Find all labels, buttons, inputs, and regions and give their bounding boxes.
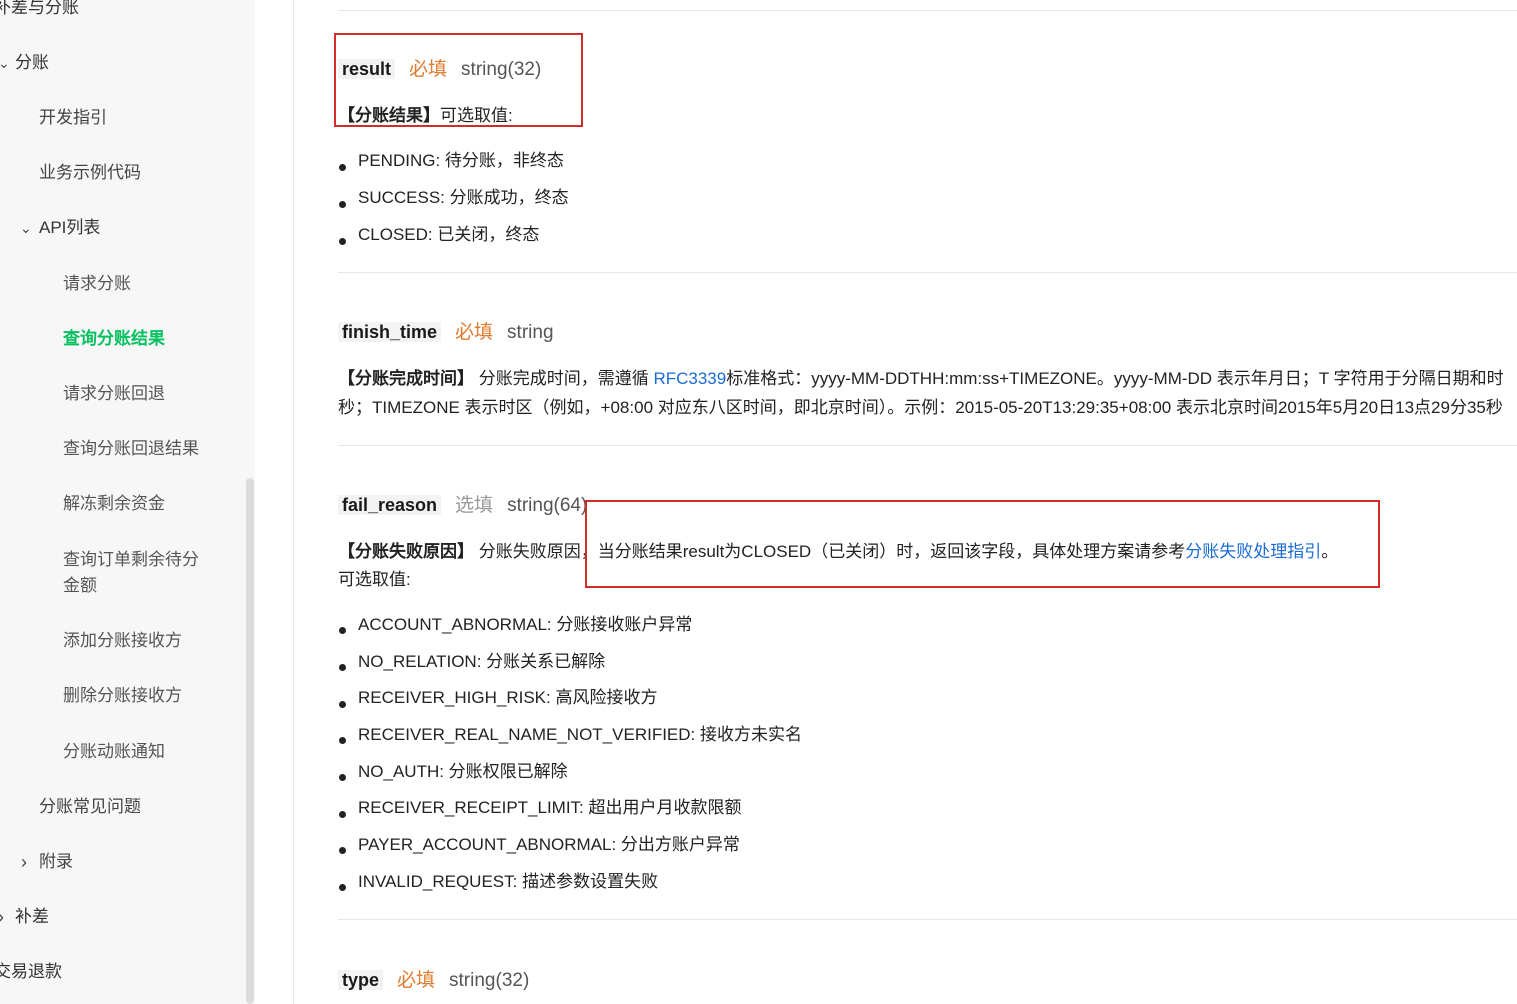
sidebar-item-split-notify[interactable]: 分账动账通知	[63, 739, 165, 765]
sidebar-item-query-remaining-amount-line2[interactable]: 金额	[63, 573, 97, 599]
list-item: PENDING: 待分账，非终态	[338, 148, 569, 185]
list-item: PAYER_ACCOUNT_ABNORMAL: 分出方账户异常	[338, 832, 802, 869]
field-type: string(64)	[507, 495, 588, 516]
rfc3339-link[interactable]: RFC3339	[653, 369, 726, 388]
desc-text: 可选取值:	[338, 570, 411, 589]
section-divider	[338, 919, 1517, 920]
sidebar-item-query-split-result[interactable]: 查询分账结果	[63, 326, 165, 352]
chevron-down-icon[interactable]: ⌄	[0, 50, 10, 76]
sidebar-scrollbar[interactable]	[246, 478, 254, 1004]
field-desc-fail-reason-line2: 可选取值:	[338, 566, 411, 594]
optional-badge: 选填	[455, 495, 494, 516]
sidebar-item-add-receiver[interactable]: 添加分账接收方	[63, 628, 182, 654]
desc-text: 分账完成时间，需遵循	[474, 369, 654, 388]
field-name: finish_time	[338, 322, 442, 342]
chevron-right-icon[interactable]: ›	[21, 849, 27, 875]
sidebar-item-split-faq[interactable]: 分账常见问题	[39, 794, 141, 820]
sidebar-item-subsidy-and-split[interactable]: 补差与分账	[0, 0, 79, 21]
list-item: NO_RELATION: 分账关系已解除	[338, 649, 802, 686]
list-item: RECEIVER_RECEIPT_LIMIT: 超出用户月收款限额	[338, 795, 802, 832]
sidebar-item-unfreeze-funds[interactable]: 解冻剩余资金	[63, 491, 165, 517]
required-badge: 必填	[455, 322, 494, 343]
field-desc-finish-time: 【分账完成时间】 分账完成时间，需遵循 RFC3339标准格式：yyyy-MM-…	[338, 365, 1504, 393]
sidebar-item-api-list[interactable]: API列表	[39, 215, 100, 241]
sidebar-item-delete-receiver[interactable]: 删除分账接收方	[63, 683, 182, 709]
field-header-type: type 必填 string(32)	[338, 966, 529, 995]
main-content: result 必填 string(32) 【分账结果】可选取值: PENDING: …	[294, 0, 1517, 1004]
list-item: INVALID_REQUEST: 描述参数设置失败	[338, 869, 802, 906]
chevron-down-icon[interactable]: ⌄	[20, 215, 32, 241]
list-item: SUCCESS: 分账成功，终态	[338, 185, 569, 222]
sidebar-item-request-split[interactable]: 请求分账	[63, 271, 131, 297]
list-item: ACCOUNT_ABNORMAL: 分账接收账户异常	[338, 612, 802, 649]
sidebar-item-query-remaining-amount[interactable]: 查询订单剩余待分	[63, 547, 199, 573]
sidebar-item-sample-code[interactable]: 业务示例代码	[39, 160, 141, 186]
section-divider	[338, 272, 1517, 273]
desc-text: 秒；TIMEZONE 表示时区（例如，+08:00 对应东八区时间，即北京时间）…	[338, 398, 1503, 417]
field-header-finish-time: finish_time 必填 string	[338, 318, 554, 347]
field-name: type	[338, 970, 384, 990]
sidebar-item-appendix[interactable]: 附录	[39, 849, 73, 875]
list-item: RECEIVER_REAL_NAME_NOT_VERIFIED: 接收方未实名	[338, 722, 802, 759]
sidebar-item-subsidy[interactable]: 补差	[15, 904, 49, 930]
sidebar-item-split[interactable]: 分账	[15, 50, 49, 76]
annotation-box	[334, 33, 583, 127]
sidebar-item-query-split-return-result[interactable]: 查询分账回退结果	[63, 436, 199, 462]
list-item: NO_AUTH: 分账权限已解除	[338, 759, 802, 796]
required-badge: 必填	[397, 970, 436, 991]
desc-title: 【分账完成时间】	[338, 369, 474, 388]
field-name: fail_reason	[338, 495, 442, 515]
field-type: string(32)	[449, 970, 530, 991]
sidebar-item-request-split-return[interactable]: 请求分账回退	[63, 381, 165, 407]
section-divider	[338, 445, 1517, 446]
desc-text: 标准格式：yyyy-MM-DDTHH:mm:ss+TIMEZONE。yyyy-M…	[726, 369, 1504, 388]
result-values-list: PENDING: 待分账，非终态 SUCCESS: 分账成功，终态 CLOSED…	[338, 148, 569, 259]
list-item: CLOSED: 已关闭，终态	[338, 222, 569, 259]
chevron-right-icon[interactable]: ›	[0, 904, 4, 930]
field-header-fail-reason: fail_reason 选填 string(64)	[338, 491, 587, 520]
desc-title: 【分账失败原因】	[338, 542, 474, 561]
field-type: string	[507, 322, 554, 343]
list-item: RECEIVER_HIGH_RISK: 高风险接收方	[338, 685, 802, 722]
sidebar-item-dev-guide[interactable]: 开发指引	[39, 105, 107, 131]
sidebar-item-refund[interactable]: 交易退款	[0, 959, 62, 985]
annotation-box	[585, 500, 1380, 588]
section-divider	[338, 10, 1517, 11]
field-desc-finish-time-line2: 秒；TIMEZONE 表示时区（例如，+08:00 对应东八区时间，即北京时间）…	[338, 394, 1503, 422]
fail-reason-values-list: ACCOUNT_ABNORMAL: 分账接收账户异常 NO_RELATION: …	[338, 612, 802, 906]
sidebar-nav: 补差与分账 ⌄ 分账 开发指引 业务示例代码 ⌄ API列表 请求分账 查询分账…	[0, 0, 255, 1004]
